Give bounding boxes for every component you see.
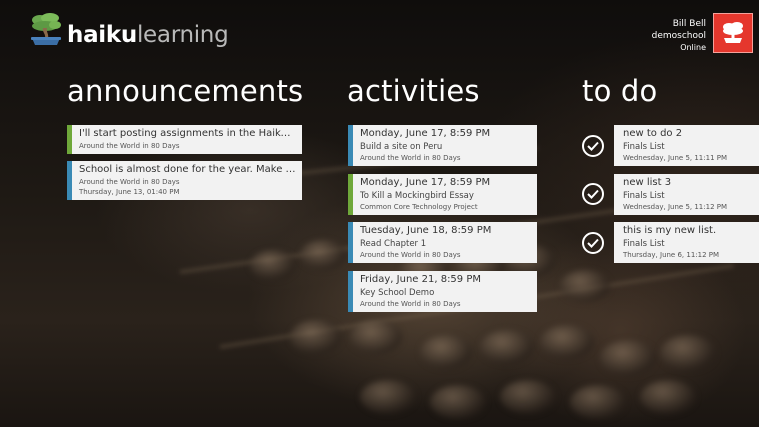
logo-wordmark: haikulearning <box>67 22 229 48</box>
activity-date: Monday, June 17, 8:59 PM <box>360 128 491 139</box>
user-name: Bill Bell <box>672 19 706 29</box>
activity-class: Around the World in 80 Days <box>360 154 461 162</box>
checkmark-circle-icon[interactable] <box>582 232 604 254</box>
todo-list: Finals List <box>623 239 665 249</box>
activities-heading[interactable]: activities <box>347 72 480 110</box>
todo-heading[interactable]: to do <box>582 72 657 110</box>
activity-date: Monday, June 17, 8:59 PM <box>360 177 491 188</box>
todo-title: this is my new list. <box>623 225 717 236</box>
announcement-class: Around the World in 80 Days <box>79 178 180 186</box>
activity-title: Key School Demo <box>360 288 435 298</box>
user-status: Online <box>680 43 706 52</box>
user-avatar[interactable] <box>713 13 753 53</box>
todo-list: Finals List <box>623 142 665 152</box>
activity-tile[interactable]: Tuesday, June 18, 8:59 PM Read Chapter 1… <box>348 222 537 263</box>
checkmark-circle-icon[interactable] <box>582 135 604 157</box>
announcements-heading[interactable]: announcements <box>67 72 303 110</box>
todo-date: Thursday, June 6, 11:12 PM <box>623 251 720 259</box>
announcement-title: I'll start posting assignments in the Ha… <box>79 128 296 139</box>
todo-date: Wednesday, June 5, 11:11 PM <box>623 154 728 162</box>
logo-text-haiku: haiku <box>67 22 137 48</box>
logo-text-learning: learning <box>136 22 229 48</box>
user-school: demoschool <box>651 31 706 41</box>
activity-tile[interactable]: Friday, June 21, 8:59 PM Key School Demo… <box>348 271 537 312</box>
announcement-date: Thursday, June 13, 01:40 PM <box>79 188 180 196</box>
user-info[interactable]: Bill Bell demoschool Online <box>652 18 706 54</box>
activity-title: To Kill a Mockingbird Essay <box>360 191 474 201</box>
todo-title: new list 3 <box>623 177 672 188</box>
activity-class: Around the World in 80 Days <box>360 251 461 259</box>
announcement-tile[interactable]: I'll start posting assignments in the Ha… <box>67 125 302 154</box>
announcement-title: School is almost done for the year. Make… <box>79 164 296 175</box>
todo-title: new to do 2 <box>623 128 683 139</box>
activity-class: Common Core Technology Project <box>360 203 478 211</box>
announcement-tile[interactable]: School is almost done for the year. Make… <box>67 161 302 200</box>
app-logo[interactable]: haikulearning <box>28 12 229 48</box>
bonsai-tree-icon <box>31 13 61 45</box>
todo-tile[interactable]: this is my new list. Finals List Thursda… <box>614 222 759 263</box>
activity-tile[interactable]: Monday, June 17, 8:59 PM To Kill a Mocki… <box>348 174 537 215</box>
todo-tile[interactable]: new list 3 Finals List Wednesday, June 5… <box>614 174 759 215</box>
activity-date: Friday, June 21, 8:59 PM <box>360 274 481 285</box>
bonsai-tree-icon <box>723 22 743 43</box>
activity-class: Around the World in 80 Days <box>360 300 461 308</box>
activity-date: Tuesday, June 18, 8:59 PM <box>360 225 492 236</box>
activity-title: Read Chapter 1 <box>360 239 427 249</box>
todo-tile[interactable]: new to do 2 Finals List Wednesday, June … <box>614 125 759 166</box>
todo-date: Wednesday, June 5, 11:12 PM <box>623 203 728 211</box>
checkmark-circle-icon[interactable] <box>582 183 604 205</box>
activity-title: Build a site on Peru <box>360 142 443 152</box>
activity-tile[interactable]: Monday, June 17, 8:59 PM Build a site on… <box>348 125 537 166</box>
todo-list: Finals List <box>623 191 665 201</box>
announcement-class: Around the World in 80 Days <box>79 142 180 150</box>
